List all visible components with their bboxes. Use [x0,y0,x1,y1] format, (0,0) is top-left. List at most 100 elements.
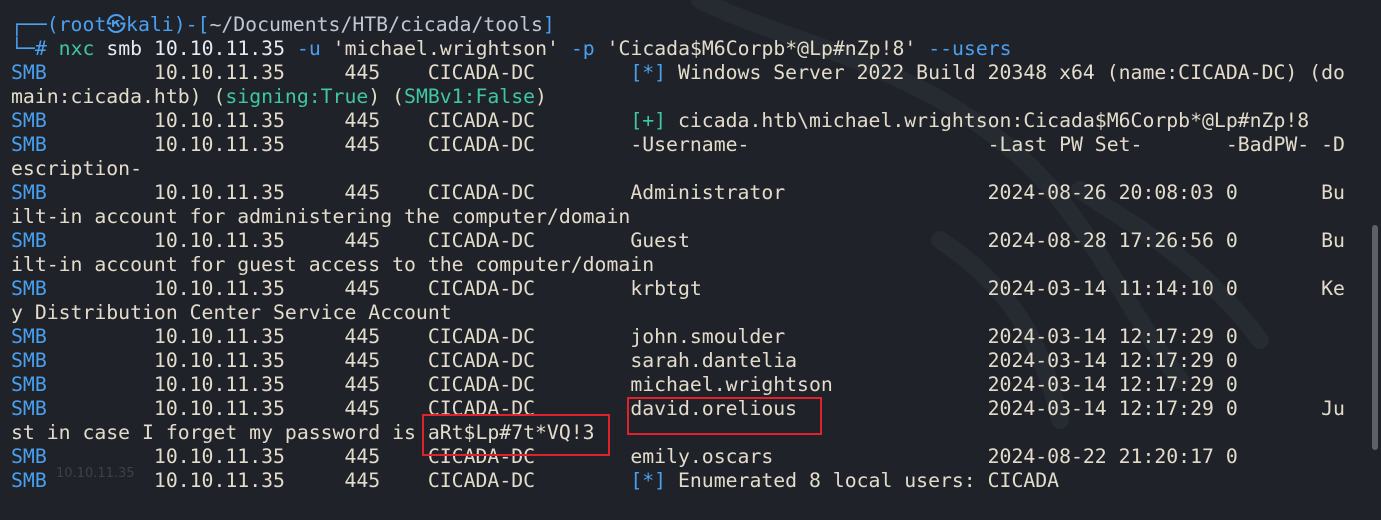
user-desc-b: st in case I forget my password is [11,421,428,444]
highlight-box-password [422,414,610,456]
proto-label: SMB [11,61,47,84]
user-name: john.smoulder [630,325,786,348]
prompt-line-2: └─# nxc smb 10.10.11.35 -u 'michael.wrig… [11,37,1365,61]
host-label: CICADA-DC [427,373,536,396]
port-label: 445 [344,61,381,84]
port-label: 445 [344,325,381,348]
host-label: CICADA-DC [427,109,536,132]
info-tag: [*] [630,61,667,84]
user-desc-cont: y Distribution Center Service Account [11,301,1365,325]
ip-label: 10.10.11.35 [153,109,285,132]
user-badpw: 0 [1225,181,1238,204]
proto-label: SMB [11,325,47,348]
user-desc-b: y Distribution Center Service Account [11,301,452,324]
user-desc-cont: ilt-in account for administering the com… [11,205,1365,229]
user-pwset: 2024-08-28 17:26:56 [987,229,1214,252]
ip-label: 10.10.11.35 [153,349,285,372]
user-badpw: 0 [1225,349,1238,372]
user-badpw: 0 [1225,229,1238,252]
user-pwset: 2024-08-22 21:20:17 [987,445,1214,468]
header-description-b: escription- [11,157,143,180]
terminal-window[interactable]: ┌──(root㉿kali)-[~/Documents/HTB/cicada/t… [0,0,1381,520]
user-row: SMB 10.10.11.35 445 CICADA-DC Administra… [11,181,1365,205]
prompt-corner: ┌──( [11,13,59,36]
user-name: Guest [630,229,690,252]
prompt-line-1: ┌──(root㉿kali)-[~/Documents/HTB/cicada/t… [11,13,1365,37]
host-label: CICADA-DC [427,61,536,84]
port-label: 445 [344,109,381,132]
port-label: 445 [344,277,381,300]
info-cont-b: ) ( [368,85,405,108]
command-users-flag: --users [928,37,1012,60]
header-description-a: -D [1321,133,1345,156]
port-label: 445 [344,397,381,420]
proto-label: SMB [11,445,47,468]
host-label: CICADA-DC [427,469,536,492]
proto-label: SMB [11,133,47,156]
user-badpw: 0 [1225,445,1238,468]
port-label: 445 [344,181,381,204]
user-desc-a: Bu [1321,229,1345,252]
signing-status: signing:True [225,85,369,108]
port-label: 445 [344,445,381,468]
ip-label: 10.10.11.35 [153,373,285,396]
proto-label: SMB [11,229,47,252]
proto-label: SMB [11,349,47,372]
host-label: CICADA-DC [427,277,536,300]
ip-label: 10.10.11.35 [153,277,285,300]
scrollbar[interactable] [1372,225,1378,450]
prompt-separator: )-[ [173,13,210,36]
port-label: 445 [344,229,381,252]
header-badpw: -BadPW- [1225,133,1310,156]
command-binary: nxc [58,37,95,60]
ip-label: 10.10.11.35 [153,397,285,420]
proto-label: SMB [11,373,47,396]
user-row: SMB 10.10.11.35 445 CICADA-DC Guest 2024… [11,229,1365,253]
ip-label: 10.10.11.35 [153,61,285,84]
user-name: Administrator [630,181,786,204]
prompt-close: ] [542,13,555,36]
user-row: SMB 10.10.11.35 445 CICADA-DC sarah.dant… [11,349,1365,373]
user-name: michael.wrightson [630,373,833,396]
ip-label: 10.10.11.35 [153,325,285,348]
user-desc-b: ilt-in account for guest access to the c… [11,253,655,276]
user-name: sarah.dantelia [630,349,798,372]
output-line-header-cont: escription- [11,157,1365,181]
user-pwset: 2024-03-14 12:17:29 [987,349,1214,372]
user-pwset: 2024-03-14 12:17:29 [987,397,1214,420]
command-user-flag: -u [296,37,321,60]
user-badpw: 0 [1225,373,1238,396]
user-badpw: 0 [1225,397,1238,420]
proto-label: SMB [11,109,47,132]
user-pwset: 2024-08-26 20:08:03 [987,181,1214,204]
output-line-auth: SMB 10.10.11.35 445 CICADA-DC [+] cicada… [11,109,1365,133]
proto-label: SMB [11,277,47,300]
command-protocol: smb [106,37,143,60]
output-line-info-cont: main:cicada.htb) (signing:True) (SMBv1:F… [11,85,1365,109]
faint-overlay-text: 10.10.11.35 [56,466,135,481]
user-badpw: 0 [1225,325,1238,348]
proto-label: SMB [11,397,47,420]
prompt-hash: # [34,37,47,60]
user-row: SMB 10.10.11.35 445 CICADA-DC emily.osca… [11,445,1365,469]
user-name: krbtgt [630,277,702,300]
user-row: SMB 10.10.11.35 445 CICADA-DC michael.wr… [11,373,1365,397]
port-label: 445 [344,469,381,492]
info-cont-c: ) [535,85,547,108]
user-desc-a: Ju [1321,397,1345,420]
info-cont-a: main:cicada.htb) ( [11,85,226,108]
user-desc-a: Bu [1321,181,1345,204]
host-label: CICADA-DC [427,349,536,372]
auth-tag: [+] [630,109,667,132]
command-pass-value: 'Cicada$M6Corpb*@Lp#nZp!8' [606,37,917,60]
user-pwset: 2024-03-14 11:14:10 [987,277,1214,300]
user-desc-b: ilt-in account for administering the com… [11,205,631,228]
output-line-header: SMB 10.10.11.35 445 CICADA-DC -Username-… [11,133,1365,157]
user-pwset: 2024-03-14 12:17:29 [987,325,1214,348]
host-label: CICADA-DC [427,133,536,156]
user-badpw: 0 [1225,277,1238,300]
ip-label: 10.10.11.35 [153,469,285,492]
prompt-corner-bottom: └─ [11,37,35,60]
port-label: 445 [344,373,381,396]
port-label: 445 [344,133,381,156]
